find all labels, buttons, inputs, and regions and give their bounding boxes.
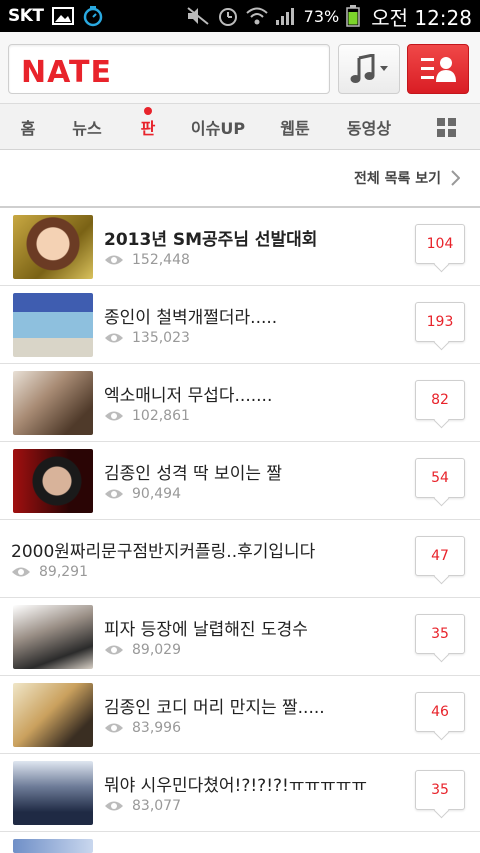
eye-icon: [105, 645, 123, 655]
search-input[interactable]: NATE: [8, 44, 330, 94]
article-thumbnail: [13, 215, 93, 279]
profile-list-icon: [421, 57, 456, 82]
chevron-down-icon: [380, 66, 388, 71]
eye-icon: [12, 567, 30, 577]
article-thumbnail: [13, 839, 93, 853]
article-title: 김종인 코디 머리 만지는 짤.....: [104, 698, 325, 718]
comment-count-badge[interactable]: 193: [415, 302, 465, 342]
tab-webtoon[interactable]: 웹툰: [258, 104, 332, 150]
view-count: 152,448: [104, 252, 190, 268]
eye-icon: [105, 411, 123, 421]
eye-icon: [105, 255, 123, 265]
article-thumbnail: [13, 605, 93, 669]
list-item[interactable]: 2013년 SM공주님 선발대회 152,448 104: [0, 208, 480, 286]
eye-icon: [105, 489, 123, 499]
status-bar: SKT 73% 오전 12:28: [0, 0, 480, 32]
carrier-label: SKT: [8, 6, 44, 26]
article-thumbnail: [13, 761, 93, 825]
mute-icon: [186, 6, 210, 26]
music-note-icon: [350, 54, 375, 83]
eye-icon: [105, 801, 123, 811]
list-item[interactable]: 김종인 코디 머리 만지는 짤..... 83,996 46: [0, 676, 480, 754]
header: NATE: [0, 32, 480, 104]
music-button[interactable]: [338, 44, 400, 94]
article-thumbnail: [13, 293, 93, 357]
eye-icon: [105, 333, 123, 343]
article-thumbnail: [13, 449, 93, 513]
tab-issue-up[interactable]: 이슈UP: [178, 104, 258, 150]
comment-count-badge[interactable]: 104: [415, 224, 465, 264]
article-thumbnail: [13, 371, 93, 435]
eye-icon: [105, 723, 123, 733]
list-header: 전체 목록 보기: [0, 150, 480, 208]
article-thumbnail: [13, 683, 93, 747]
article-title: 2000원짜리문구점반지커플링..후기입니다: [11, 542, 316, 562]
view-count: 89,029: [104, 642, 181, 658]
tab-pann[interactable]: 판: [118, 104, 178, 150]
list-item[interactable]: 종인이 철벽개쩔더라..... 135,023 193: [0, 286, 480, 364]
view-count: 135,023: [104, 330, 190, 346]
clock: 오전 12:28: [371, 5, 472, 30]
comment-count-badge[interactable]: 82: [415, 380, 465, 420]
tab-video[interactable]: 동영상: [332, 104, 406, 150]
stopwatch-icon: [82, 5, 104, 27]
alarm-icon: [217, 5, 239, 27]
list-item[interactable]: [0, 832, 480, 853]
article-title: 뭐야 시우민다쳤어!?!?!?!ㅠㅠㅠㅠㅠ: [104, 776, 368, 796]
comment-count-badge[interactable]: 54: [415, 458, 465, 498]
article-title: 엑소매니저 무섭다.......: [104, 386, 273, 406]
article-title: 김종인 성격 딱 보이는 짤: [104, 464, 283, 484]
nate-logo: NATE: [21, 55, 112, 90]
nav-tabs: 홈 뉴스 판 이슈UP 웹툰 동영상: [0, 104, 480, 150]
active-indicator: [144, 107, 152, 115]
wifi-icon: [245, 6, 268, 26]
grid-menu-button[interactable]: [418, 104, 474, 150]
gallery-icon: [51, 7, 74, 25]
view-count: 102,861: [104, 408, 190, 424]
comment-count-badge[interactable]: 35: [415, 614, 465, 654]
tab-news[interactable]: 뉴스: [56, 104, 118, 150]
view-count: 90,494: [104, 486, 181, 502]
view-all-link[interactable]: 전체 목록 보기: [354, 168, 460, 188]
comment-count-badge[interactable]: 35: [415, 770, 465, 810]
signal-icon: [275, 6, 297, 26]
list-item[interactable]: 피자 등장에 날렵해진 도경수 89,029 35: [0, 598, 480, 676]
article-title: 2013년 SM공주님 선발대회: [104, 230, 318, 250]
tab-home[interactable]: 홈: [0, 104, 56, 150]
list-item[interactable]: 2000원짜리문구점반지커플링..후기입니다 89,291 47: [0, 520, 480, 598]
view-count: 83,996: [104, 720, 181, 736]
list-item[interactable]: 뭐야 시우민다쳤어!?!?!?!ㅠㅠㅠㅠㅠ 83,077 35: [0, 754, 480, 832]
chevron-right-icon: [451, 170, 460, 186]
comment-count-badge[interactable]: 47: [415, 536, 465, 576]
battery-icon: [346, 5, 360, 27]
list-item[interactable]: 엑소매니저 무섭다....... 102,861 82: [0, 364, 480, 442]
view-count: 89,291: [11, 564, 88, 580]
view-count: 83,077: [104, 798, 181, 814]
grid-icon: [436, 117, 456, 137]
comment-count-badge[interactable]: 46: [415, 692, 465, 732]
battery-percent: 73%: [303, 6, 340, 26]
article-title: 종인이 철벽개쩔더라.....: [104, 308, 278, 328]
article-title: 피자 등장에 날렵해진 도경수: [104, 620, 308, 640]
list-item[interactable]: 김종인 성격 딱 보이는 짤 90,494 54: [0, 442, 480, 520]
profile-menu-button[interactable]: [407, 44, 469, 94]
